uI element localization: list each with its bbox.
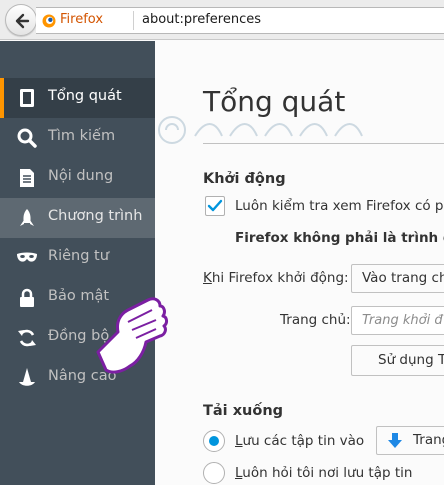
always-ask-label[interactable]: Luôn hỏi tôi nơi lưu tập tin <box>235 465 412 481</box>
checkmark-icon <box>207 199 223 212</box>
save-to-radio[interactable] <box>203 430 225 452</box>
sidebar-item-label: Tổng quát <box>48 88 122 104</box>
sync-icon <box>18 329 36 347</box>
save-to-label[interactable]: Lưu các tập tin vào <box>235 433 364 449</box>
download-folder-picker[interactable]: Trang <box>376 426 444 455</box>
sidebar-item-applications[interactable]: Chương trình <box>0 198 155 238</box>
back-button[interactable] <box>5 4 37 36</box>
startup-heading: Khởi động <box>203 171 286 187</box>
preferences-content: Tổng quát Khởi động Luôn kiểm tra xem Fi… <box>155 41 444 485</box>
content-icon <box>20 169 34 187</box>
url-separator <box>133 11 134 30</box>
sidebar-item-content[interactable]: Nội dung <box>0 158 155 198</box>
always-ask-radio[interactable] <box>203 462 225 484</box>
when-starts-value: Vào trang ch <box>362 270 444 286</box>
when-starts-text: hi Firefox khởi động: <box>211 270 349 286</box>
sidebar-item-label: Tìm kiếm <box>48 128 116 144</box>
applications-icon <box>20 209 34 226</box>
use-current-label: Sử dụng T <box>378 352 444 368</box>
url-text[interactable]: about:preferences <box>142 12 261 27</box>
sidebar-item-label: Riêng tư <box>48 248 109 264</box>
not-default-message: Firefox không phải là trình duy <box>235 230 444 246</box>
sidebar-item-label: Nội dung <box>48 168 114 184</box>
sidebar-item-general[interactable]: Tổng quát <box>0 78 155 118</box>
when-starts-dropdown[interactable]: Vào trang ch <box>351 264 444 293</box>
check-default-checkbox[interactable] <box>205 196 225 216</box>
watermark-logo-icon <box>158 116 363 144</box>
sidebar-item-search[interactable]: Tìm kiếm <box>0 118 155 158</box>
sidebar-item-privacy[interactable]: Riêng tư <box>0 238 155 278</box>
url-bar[interactable]: Firefox about:preferences <box>36 7 444 34</box>
security-lock-icon <box>20 288 34 307</box>
download-arrow-icon <box>388 433 402 448</box>
download-folder-value: Trang <box>413 432 444 448</box>
save-to-text: ưu các tập tin vào <box>242 433 365 449</box>
check-default-label[interactable]: Luôn kiểm tra xem Firefox có ph <box>235 198 444 214</box>
save-to-accesskey: L <box>235 433 243 449</box>
homepage-input[interactable]: Trang khởi đ <box>351 306 444 335</box>
firefox-logo-icon <box>42 14 56 28</box>
when-starts-accesskey: K <box>203 270 212 286</box>
homepage-placeholder: Trang khởi đ <box>362 313 443 328</box>
advanced-wizard-icon <box>19 368 35 386</box>
privacy-mask-icon <box>17 252 37 262</box>
back-arrow-icon <box>15 13 30 29</box>
downloads-heading: Tải xuống <box>203 403 284 419</box>
preferences-sidebar: Tổng quát Tìm kiếm Nội dung Chương trình… <box>0 41 155 485</box>
use-current-pages-button[interactable]: Sử dụng T <box>351 345 444 376</box>
when-starts-label: Khi Firefox khởi động: <box>203 270 349 286</box>
always-ask-text: uôn hỏi tôi nơi lưu tập tin <box>242 465 413 481</box>
general-icon <box>20 89 34 107</box>
sidebar-item-label: Chương trình <box>48 208 143 224</box>
browser-toolbar: Firefox about:preferences <box>0 0 444 40</box>
pointing-hand-icon <box>96 297 168 374</box>
homepage-label: Trang chủ: <box>280 312 351 328</box>
site-identity-label[interactable]: Firefox <box>60 12 103 27</box>
search-icon <box>17 128 37 148</box>
